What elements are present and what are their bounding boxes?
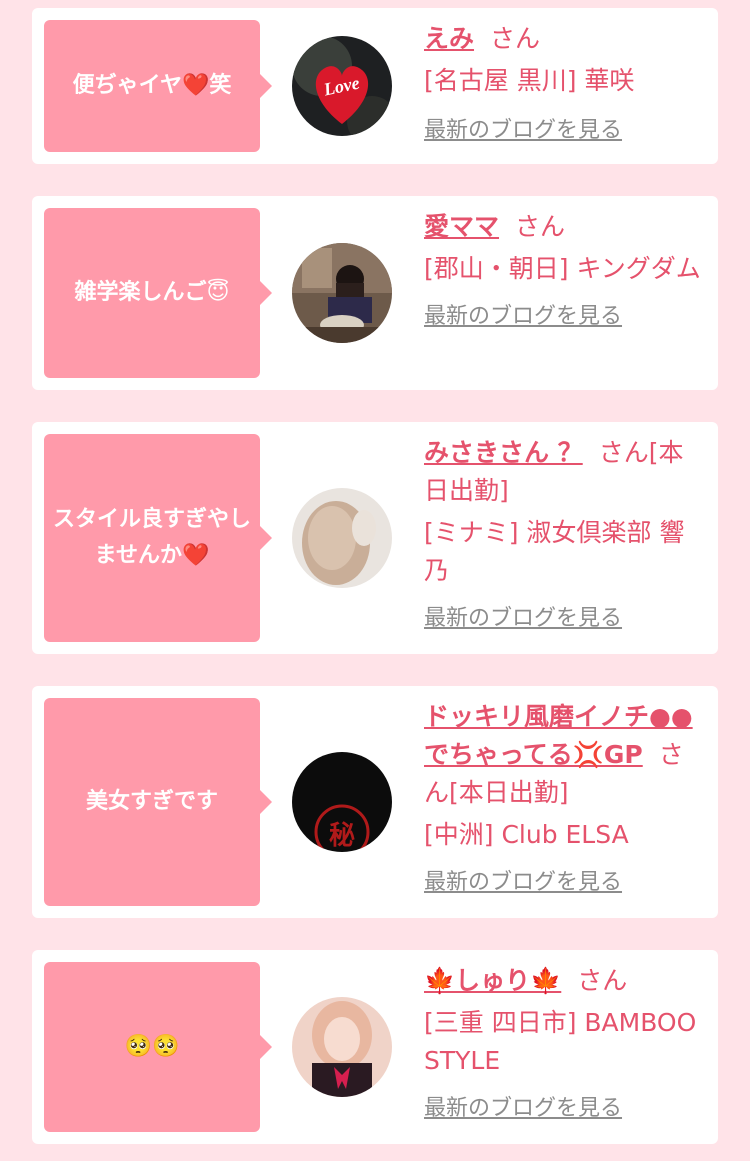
comment-text: 雑学楽しんご😇: [74, 280, 230, 305]
blog-entry-card: 便ぢゃイヤ❤️笑 Love えみ さん [名古屋 黒川] 華咲 最新のブログを見る: [32, 8, 718, 164]
blog-entry-card: 🥺🥺 🍁しゅり🍁 さん [三重 四日市] BAMBOO STYLE 最新のブログを…: [32, 950, 718, 1144]
author-name-link[interactable]: 🍁しゅり🍁: [424, 966, 561, 995]
blog-entry-card: スタイル良すぎやしませんか❤️ みさきさん ？さん[本日出勤] [ミナミ] 淑女…: [32, 422, 718, 654]
avatar[interactable]: [292, 243, 392, 343]
author-suffix: さん: [577, 966, 628, 995]
comment-text: 便ぢゃイヤ❤️笑: [72, 73, 232, 98]
avatar[interactable]: 秘: [292, 752, 392, 852]
avatar[interactable]: [292, 997, 392, 1097]
comment-text: スタイル良すぎやしませんか❤️: [52, 507, 251, 568]
comment-text: 美女すぎです: [85, 789, 218, 814]
entry-info: 愛ママ さん [郡山・朝日] キングダム 最新のブログを見る: [424, 208, 706, 330]
view-latest-blog-link[interactable]: 最新のブログを見る: [424, 864, 622, 896]
author-name-link[interactable]: ドッキリ風磨イノチ●●でちゃってる💢GP: [424, 702, 693, 769]
author-name-link[interactable]: えみ: [424, 24, 474, 53]
comment-bubble: 🥺🥺: [44, 962, 272, 1132]
comment-bubble: 便ぢゃイヤ❤️笑: [44, 20, 272, 152]
shop-name: [三重 四日市] BAMBOO STYLE: [424, 1008, 697, 1075]
entry-info: ドッキリ風磨イノチ●●でちゃってる💢GP さん[本日出勤] [中洲] Club E…: [424, 698, 706, 896]
avatar[interactable]: [292, 488, 392, 588]
blog-entry-card: 美女すぎです 秘 ドッキリ風磨イノチ●●でちゃってる💢GP さん[本日出勤] [中…: [32, 686, 718, 918]
entry-info: みさきさん ？さん[本日出勤] [ミナミ] 淑女倶楽部 響乃 最新のブログを見る: [424, 434, 706, 632]
comment-bubble: スタイル良すぎやしませんか❤️: [44, 434, 272, 642]
shop-name: [名古屋 黒川] 華咲: [424, 66, 635, 95]
view-latest-blog-link[interactable]: 最新のブログを見る: [424, 1090, 622, 1122]
view-latest-blog-link[interactable]: 最新のブログを見る: [424, 112, 622, 144]
comment-text: 🥺🥺: [124, 1034, 180, 1059]
view-latest-blog-link[interactable]: 最新のブログを見る: [424, 600, 622, 632]
blog-entry-card: 雑学楽しんご😇 愛ママ さん [郡山・朝日] キングダム 最新のブログを見る: [32, 196, 718, 390]
avatar-label: 秘: [329, 820, 355, 851]
shop-name: [ミナミ] 淑女倶楽部 響乃: [424, 518, 685, 585]
author-name-link[interactable]: 愛ママ: [424, 212, 499, 241]
author-suffix: さん: [490, 24, 541, 53]
shop-name: [中洲] Club ELSA: [424, 820, 629, 849]
comment-bubble: 雑学楽しんご😇: [44, 208, 272, 378]
entry-info: えみ さん [名古屋 黒川] 華咲 最新のブログを見る: [424, 20, 706, 144]
entry-info: 🍁しゅり🍁 さん [三重 四日市] BAMBOO STYLE 最新のブログを見る: [424, 962, 706, 1122]
avatar[interactable]: Love: [292, 36, 392, 136]
view-latest-blog-link[interactable]: 最新のブログを見る: [424, 298, 622, 330]
comment-bubble: 美女すぎです: [44, 698, 272, 906]
author-name-link[interactable]: みさきさん ？: [424, 438, 583, 467]
author-suffix: さん: [515, 212, 566, 241]
shop-name: [郡山・朝日] キングダム: [424, 254, 701, 283]
